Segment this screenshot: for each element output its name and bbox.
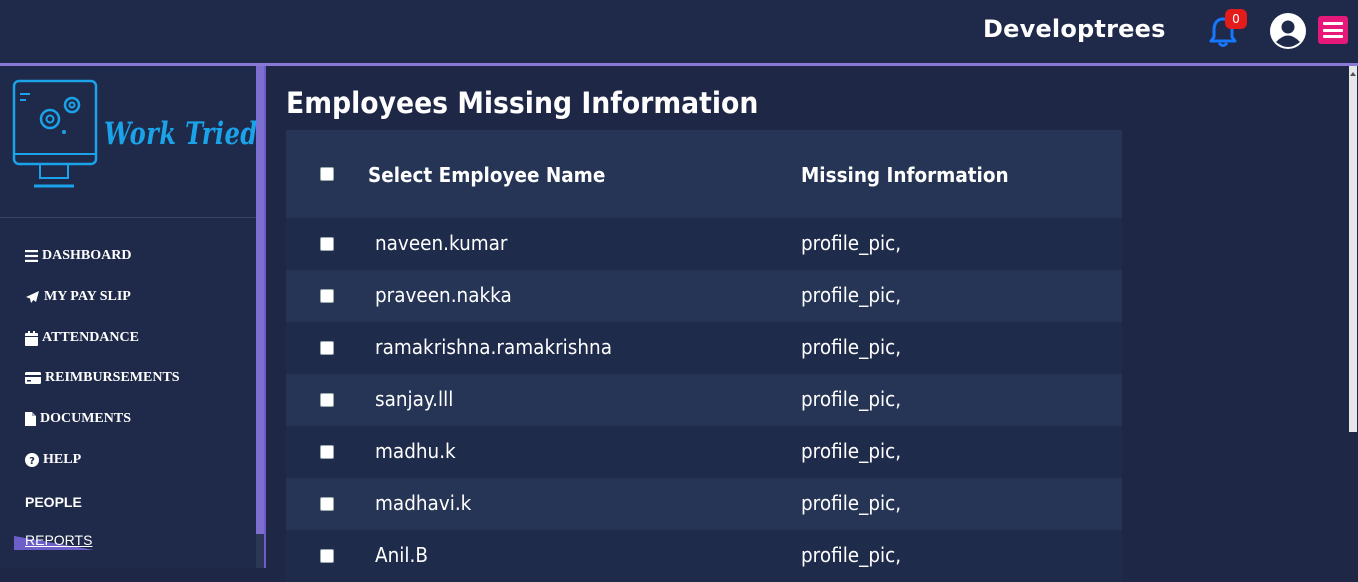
table-header: Select Employee Name Missing Information: [286, 130, 1122, 218]
sidebar-item-people[interactable]: PEOPLE: [25, 492, 82, 512]
row-checkbox[interactable]: [320, 289, 334, 303]
table-row: madhu.k profile_pic,: [286, 426, 1122, 478]
logo-text: Work Tried: [104, 116, 258, 152]
file-icon: [25, 412, 36, 426]
sidebar-item-label: MY PAY SLIP: [44, 289, 131, 304]
sidebar-item-label: REIMBURSEMENTS: [45, 370, 180, 385]
row-checkbox[interactable]: [320, 445, 334, 459]
row-checkbox[interactable]: [320, 237, 334, 251]
page-title: Employees Missing Information: [286, 86, 759, 120]
missing-information: profile_pic,: [801, 491, 902, 515]
table-row: praveen.nakka profile_pic,: [286, 270, 1122, 322]
employee-name: madhavi.k: [375, 491, 472, 515]
row-checkbox[interactable]: [320, 393, 334, 407]
scroll-up-arrow-icon[interactable]: [1350, 72, 1356, 76]
employee-name: madhu.k: [375, 439, 456, 463]
table-row: madhavi.k profile_pic,: [286, 478, 1122, 530]
table-row: Anil.B profile_pic,: [286, 530, 1122, 582]
table-row: naveen.kumar profile_pic,: [286, 218, 1122, 270]
sidebar-item-dashboard[interactable]: DASHBOARD: [25, 246, 131, 266]
employee-name: praveen.nakka: [375, 283, 512, 307]
credit-card-icon: [25, 372, 41, 384]
sidebar-item-label: DASHBOARD: [42, 248, 132, 263]
missing-information: profile_pic,: [801, 231, 902, 255]
sidebar-item-label: DOCUMENTS: [40, 411, 132, 426]
sidebar-item-label: REPORTS: [25, 532, 93, 548]
main-scrollbar[interactable]: [1348, 66, 1358, 568]
table-row: sanjay.lll profile_pic,: [286, 374, 1122, 426]
calendar-icon: [25, 330, 38, 346]
sidebar-item-documents[interactable]: DOCUMENTS: [25, 409, 131, 429]
column-header-missing-information: Missing Information: [801, 163, 1009, 187]
sidebar-separator: [0, 217, 256, 218]
sidebar-item-label: HELP: [43, 452, 82, 467]
row-checkbox[interactable]: [320, 549, 334, 563]
employee-name: sanjay.lll: [375, 387, 454, 411]
bars-icon: [25, 250, 38, 262]
sidebar-item-my-pay-slip[interactable]: MY PAY SLIP: [25, 287, 131, 307]
notification-count-badge: 0: [1225, 9, 1247, 29]
missing-information: profile_pic,: [801, 439, 902, 463]
sidebar-item-label: PEOPLE: [25, 494, 82, 510]
company-name: Developtrees: [983, 15, 1166, 43]
employee-name: Anil.B: [375, 543, 428, 567]
hamburger-menu-button[interactable]: [1318, 16, 1348, 44]
sidebar-item-reports[interactable]: REPORTS: [14, 532, 94, 552]
paper-plane-icon: [26, 291, 39, 303]
sidebar-item-reimbursements[interactable]: REIMBURSEMENTS: [25, 368, 180, 388]
table-row: ramakrishna.ramakrishna profile_pic,: [286, 322, 1122, 374]
employee-name: ramakrishna.ramakrishna: [375, 335, 612, 359]
missing-information: profile_pic,: [801, 335, 902, 359]
missing-information: profile_pic,: [801, 387, 902, 411]
sidebar-item-attendance[interactable]: ATTENDANCE: [25, 328, 139, 348]
missing-information: profile_pic,: [801, 543, 902, 567]
sidebar-item-label: ATTENDANCE: [42, 330, 139, 345]
employee-name: naveen.kumar: [375, 231, 508, 255]
missing-information: profile_pic,: [801, 283, 902, 307]
missing-info-table: Select Employee Name Missing Information…: [286, 130, 1122, 582]
row-checkbox[interactable]: [320, 497, 334, 511]
user-avatar-icon[interactable]: [1269, 12, 1307, 50]
select-all-checkbox[interactable]: [320, 167, 334, 181]
sidebar-item-help[interactable]: ? HELP: [25, 450, 81, 470]
main-scrollbar-thumb[interactable]: [1349, 66, 1357, 432]
question-circle-icon: ?: [25, 453, 39, 467]
row-checkbox[interactable]: [320, 341, 334, 355]
column-header-employee-name: Select Employee Name: [368, 163, 606, 187]
svg-text:?: ?: [29, 456, 35, 467]
